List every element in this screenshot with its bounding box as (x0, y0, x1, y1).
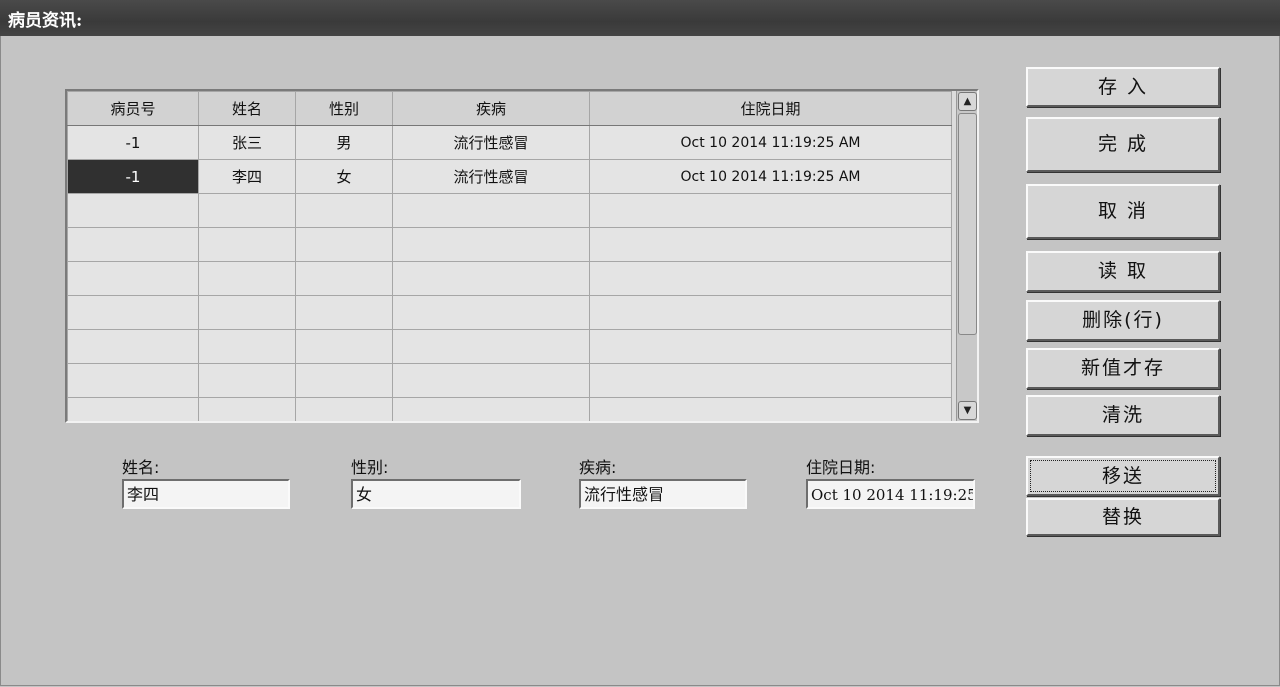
cell-name[interactable]: 李四 (198, 159, 296, 194)
cell-admission-date[interactable]: Oct 10 2014 11:19:25 AM (589, 125, 952, 160)
empty-cell[interactable] (392, 397, 590, 421)
empty-cell[interactable] (198, 295, 296, 330)
empty-cell[interactable] (392, 227, 590, 262)
read-button-label: 读 取 (1097, 260, 1149, 282)
empty-cell[interactable] (198, 227, 296, 262)
cell-gender[interactable]: 女 (295, 159, 393, 194)
empty-cell[interactable] (589, 193, 952, 228)
title-bar: 病员资讯: (0, 0, 1280, 37)
empty-cell[interactable] (589, 227, 952, 262)
column-header-patient-id[interactable]: 病员号 (67, 91, 199, 126)
empty-cell[interactable] (589, 329, 952, 364)
empty-row[interactable] (67, 193, 952, 228)
empty-cell[interactable] (392, 261, 590, 296)
clear-button-label: 清洗 (1101, 404, 1144, 426)
admission-date-label: 住院日期: (806, 458, 876, 477)
replace-button-label: 替换 (1101, 506, 1144, 528)
column-header-name[interactable]: 姓名 (198, 91, 296, 126)
done-button-label: 完 成 (1097, 133, 1149, 155)
table-row[interactable]: -1 李四 女 流行性感冒 Oct 10 2014 11:19:25 AM (67, 159, 952, 194)
patient-grid[interactable]: 病员号 姓名 性别 疾病 住院日期 -1 张三 男 流行性感冒 Oct 10 2… (65, 89, 979, 423)
empty-cell[interactable] (392, 193, 590, 228)
empty-cell[interactable] (67, 397, 199, 421)
replace-button[interactable]: 替换 (1026, 498, 1220, 536)
name-field[interactable]: 李四 (122, 479, 290, 509)
scrollbar-thumb[interactable] (958, 113, 977, 335)
column-header-gender[interactable]: 性别 (295, 91, 393, 126)
cancel-button[interactable]: 取 消 (1026, 184, 1220, 239)
scroll-up-arrow-icon[interactable]: ▲ (958, 92, 977, 111)
clear-button[interactable]: 清洗 (1026, 395, 1220, 436)
cancel-button-label: 取 消 (1097, 200, 1149, 222)
empty-cell[interactable] (67, 329, 199, 364)
delete-row-button[interactable]: 删除(行) (1026, 300, 1220, 341)
empty-cell[interactable] (67, 193, 199, 228)
empty-cell[interactable] (589, 397, 952, 421)
empty-cell[interactable] (295, 295, 393, 330)
cell-admission-date[interactable]: Oct 10 2014 11:19:25 AM (589, 159, 952, 194)
table-header-row: 病员号 姓名 性别 疾病 住院日期 (67, 91, 952, 126)
empty-cell[interactable] (67, 295, 199, 330)
cell-disease[interactable]: 流行性感冒 (392, 125, 590, 160)
transfer-button-label: 移送 (1101, 465, 1144, 487)
empty-cell[interactable] (198, 397, 296, 421)
name-label: 姓名: (122, 458, 160, 477)
admission-date-field[interactable]: Oct 10 2014 11:19:25 A (806, 479, 975, 509)
store-button[interactable]: 存 入 (1026, 67, 1220, 107)
empty-row[interactable] (67, 261, 952, 296)
empty-cell[interactable] (198, 193, 296, 228)
empty-cell[interactable] (295, 227, 393, 262)
empty-cell[interactable] (589, 261, 952, 296)
disease-label: 疾病: (579, 458, 617, 477)
column-header-disease[interactable]: 疾病 (392, 91, 590, 126)
gender-field[interactable]: 女 (351, 479, 521, 509)
patient-table: 病员号 姓名 性别 疾病 住院日期 -1 张三 男 流行性感冒 Oct 10 2… (67, 91, 952, 421)
empty-cell[interactable] (198, 261, 296, 296)
empty-cell[interactable] (392, 329, 590, 364)
empty-cell[interactable] (67, 227, 199, 262)
cell-disease[interactable]: 流行性感冒 (392, 159, 590, 194)
table-row[interactable]: -1 张三 男 流行性感冒 Oct 10 2014 11:19:25 AM (67, 125, 952, 160)
empty-row[interactable] (67, 363, 952, 398)
empty-cell[interactable] (295, 329, 393, 364)
done-button[interactable]: 完 成 (1026, 117, 1220, 172)
empty-cell[interactable] (295, 261, 393, 296)
empty-cell[interactable] (198, 363, 296, 398)
empty-row[interactable] (67, 397, 952, 421)
empty-cell[interactable] (295, 193, 393, 228)
window-title: 病员资讯: (8, 11, 83, 31)
delete-row-button-label: 删除(行) (1082, 309, 1164, 331)
save-new-button[interactable]: 新值才存 (1026, 348, 1220, 389)
vertical-scrollbar[interactable]: ▲ ▼ (956, 91, 977, 421)
cell-patient-id[interactable]: -1 (67, 159, 199, 194)
empty-cell[interactable] (67, 363, 199, 398)
transfer-button[interactable]: 移送 (1026, 456, 1220, 496)
empty-cell[interactable] (392, 363, 590, 398)
gender-label: 性别: (351, 458, 389, 477)
save-new-button-label: 新值才存 (1080, 357, 1165, 379)
empty-row[interactable] (67, 295, 952, 330)
disease-field[interactable]: 流行性感冒 (579, 479, 747, 509)
cell-gender[interactable]: 男 (295, 125, 393, 160)
empty-row[interactable] (67, 329, 952, 364)
empty-cell[interactable] (392, 295, 590, 330)
empty-cell[interactable] (295, 397, 393, 421)
empty-cell[interactable] (295, 363, 393, 398)
cell-patient-id[interactable]: -1 (67, 125, 199, 160)
empty-cell[interactable] (589, 295, 952, 330)
empty-row[interactable] (67, 227, 952, 262)
empty-cell[interactable] (67, 261, 199, 296)
column-header-admission-date[interactable]: 住院日期 (589, 91, 952, 126)
cell-name[interactable]: 张三 (198, 125, 296, 160)
store-button-label: 存 入 (1097, 76, 1149, 98)
scroll-down-arrow-icon[interactable]: ▼ (958, 401, 977, 420)
read-button[interactable]: 读 取 (1026, 251, 1220, 292)
empty-cell[interactable] (198, 329, 296, 364)
empty-cell[interactable] (589, 363, 952, 398)
